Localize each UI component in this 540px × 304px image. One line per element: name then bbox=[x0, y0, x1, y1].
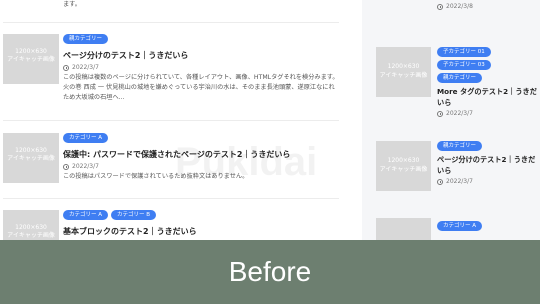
post-divider bbox=[3, 198, 339, 199]
clock-icon bbox=[437, 110, 443, 117]
post-title[interactable]: ページ分けのテスト2｜うきだいら bbox=[63, 50, 339, 61]
category-badge[interactable]: カテゴリー A bbox=[63, 210, 109, 220]
post-excerpt: この投稿は複数のページに分けられていて、各種レイアウト、画像、HTMLタグそれを… bbox=[63, 74, 339, 101]
clock-icon bbox=[63, 64, 69, 71]
sidebar-post-date: 2022/3/7 bbox=[437, 110, 537, 117]
sidebar-post-title[interactable]: More タグのテスト2｜うきだいら bbox=[437, 86, 537, 108]
sidebar-post-badges: カテゴリー A bbox=[437, 221, 537, 231]
category-badge[interactable]: カテゴリー A bbox=[437, 221, 483, 231]
category-badge[interactable]: 親カテゴリー bbox=[63, 34, 109, 44]
post-badges: カテゴリー A bbox=[63, 133, 339, 143]
post-title[interactable]: 保護中: パスワードで保護されたページのテスト2｜うきだいら bbox=[63, 149, 339, 160]
post-date: 2022/3/7 bbox=[63, 163, 339, 170]
post-thumbnail[interactable]: 1200×630 アイキャッチ画像 bbox=[3, 34, 59, 84]
post-badges: 親カテゴリー bbox=[63, 34, 339, 44]
sidebar-post-badges: 親カテゴリー bbox=[437, 141, 537, 151]
post-divider bbox=[3, 120, 339, 121]
post-divider bbox=[3, 22, 339, 23]
post-excerpt: この投稿はパスワードで保護されているため抜粋文はありません。 bbox=[63, 173, 249, 180]
post-title[interactable]: 基本ブロックのテスト2｜うきだいら bbox=[63, 226, 339, 237]
sidebar-post-date: 2022/3/8 bbox=[437, 3, 473, 10]
category-badge[interactable]: 親カテゴリー bbox=[437, 141, 483, 151]
category-badge[interactable]: カテゴリー A bbox=[63, 133, 109, 143]
clock-icon bbox=[437, 3, 443, 10]
previous-post-excerpt: ます。 bbox=[63, 1, 81, 8]
sidebar-post-badges: 子カテゴリー 01 子カテゴリー 03 親カテゴリー bbox=[437, 47, 537, 83]
category-badge[interactable]: 子カテゴリー 03 bbox=[437, 60, 491, 70]
category-badge[interactable]: 親カテゴリー bbox=[437, 73, 483, 83]
sidebar-post-thumbnail[interactable]: 1200×630 アイキャッチ画像 bbox=[376, 141, 431, 191]
sidebar-post-thumbnail[interactable] bbox=[376, 218, 431, 240]
banner-label: Before bbox=[228, 256, 312, 287]
sidebar bbox=[362, 0, 540, 240]
sidebar-post-date: 2022/3/7 bbox=[437, 178, 537, 185]
sidebar-post-title[interactable]: ページ分けのテスト2｜うきだいら bbox=[437, 154, 537, 176]
category-badge[interactable]: 子カテゴリー 01 bbox=[437, 47, 491, 57]
post-badges: カテゴリー A カテゴリー B bbox=[63, 210, 339, 220]
before-banner: Before bbox=[0, 240, 540, 304]
clock-icon bbox=[63, 163, 69, 170]
category-badge[interactable]: カテゴリー B bbox=[111, 210, 157, 220]
sidebar-post-thumbnail[interactable]: 1200×630 アイキャッチ画像 bbox=[376, 47, 431, 97]
clock-icon bbox=[437, 178, 443, 185]
post-date: 2022/3/7 bbox=[63, 64, 339, 71]
post-thumbnail[interactable]: 1200×630 アイキャッチ画像 bbox=[3, 133, 59, 183]
